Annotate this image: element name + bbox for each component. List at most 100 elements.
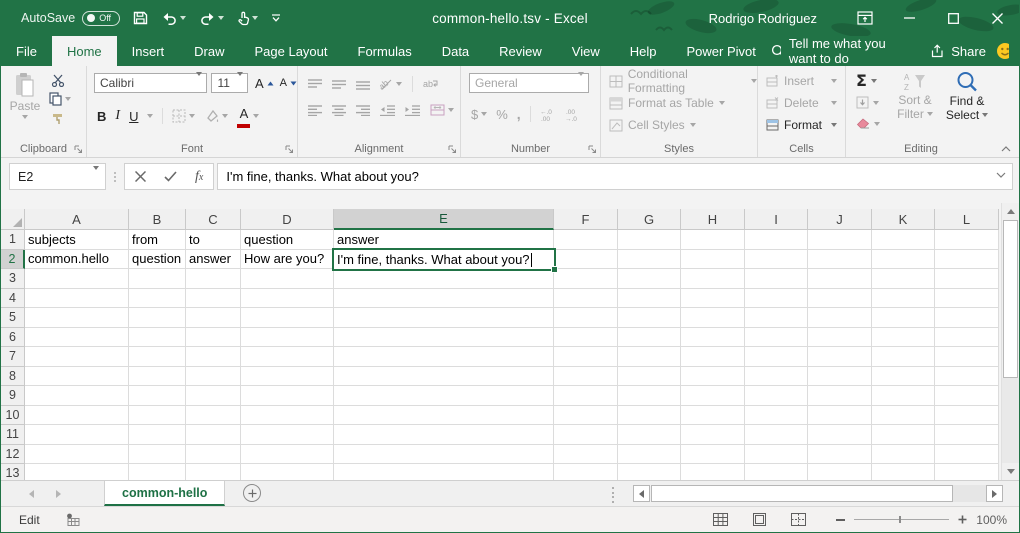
page-break-preview-button[interactable] <box>791 513 806 526</box>
autosum-button[interactable]: Σ <box>856 71 877 90</box>
cell-K10[interactable] <box>872 406 935 426</box>
row-header-11[interactable]: 11 <box>1 425 25 445</box>
cell-L11[interactable] <box>935 425 999 445</box>
font-dialog-launcher[interactable] <box>285 145 294 154</box>
cell-A7[interactable] <box>25 347 129 367</box>
cell-A5[interactable] <box>25 308 129 328</box>
cell-D9[interactable] <box>241 386 334 406</box>
cell-L2[interactable] <box>935 250 999 270</box>
cell-B5[interactable] <box>129 308 186 328</box>
cell-K3[interactable] <box>872 269 935 289</box>
borders-dropdown-arrow[interactable] <box>189 114 195 118</box>
cell-J12[interactable] <box>808 445 872 465</box>
cell-E1[interactable]: answer <box>334 230 554 250</box>
cell-D1[interactable]: question <box>241 230 334 250</box>
top-align-icon[interactable] <box>308 79 322 90</box>
cell-C9[interactable] <box>186 386 241 406</box>
cell-L6[interactable] <box>935 328 999 348</box>
bottom-align-icon[interactable] <box>356 79 370 90</box>
cell-C10[interactable] <box>186 406 241 426</box>
decrease-indent-icon[interactable] <box>380 105 395 116</box>
zoom-percentage[interactable]: 100% <box>976 513 1007 527</box>
cell-A9[interactable] <box>25 386 129 406</box>
zoom-in-button[interactable] <box>958 515 967 524</box>
cell-I4[interactable] <box>745 289 808 309</box>
accounting-format-button[interactable]: $ <box>471 107 487 122</box>
cell-G7[interactable] <box>618 347 681 367</box>
cell-H12[interactable] <box>681 445 745 465</box>
expand-formula-bar-icon[interactable] <box>996 172 1006 178</box>
cell-C6[interactable] <box>186 328 241 348</box>
fill-color-dropdown-arrow[interactable] <box>222 114 228 118</box>
tab-draw[interactable]: Draw <box>179 36 239 66</box>
cell-B7[interactable] <box>129 347 186 367</box>
cell-I9[interactable] <box>745 386 808 406</box>
cell-E4[interactable] <box>334 289 554 309</box>
cell-K6[interactable] <box>872 328 935 348</box>
sheet-bar-splitter[interactable] <box>612 487 614 503</box>
cell-A4[interactable] <box>25 289 129 309</box>
cell-B6[interactable] <box>129 328 186 348</box>
ribbon-display-options-button[interactable] <box>843 0 887 36</box>
cell-D6[interactable] <box>241 328 334 348</box>
horizontal-scroll-track[interactable] <box>953 485 986 502</box>
cell-I12[interactable] <box>745 445 808 465</box>
cell-H8[interactable] <box>681 367 745 387</box>
cut-button[interactable] <box>51 74 66 87</box>
copy-dropdown-arrow[interactable] <box>65 97 71 101</box>
column-header-L[interactable]: L <box>935 209 999 230</box>
scroll-up-button[interactable] <box>1002 203 1019 220</box>
clipboard-dialog-launcher[interactable] <box>74 145 83 154</box>
cell-E6[interactable] <box>334 328 554 348</box>
cell-E11[interactable] <box>334 425 554 445</box>
row-header-10[interactable]: 10 <box>1 406 25 426</box>
font-color-dropdown-arrow[interactable] <box>253 114 259 118</box>
number-dialog-launcher[interactable] <box>588 145 597 154</box>
cell-I6[interactable] <box>745 328 808 348</box>
cell-E9[interactable] <box>334 386 554 406</box>
h-scroll-right-button[interactable] <box>986 485 1003 502</box>
cell-H9[interactable] <box>681 386 745 406</box>
name-box-dropdown-arrow[interactable] <box>93 166 99 184</box>
cell-I5[interactable] <box>745 308 808 328</box>
cell-E5[interactable] <box>334 308 554 328</box>
minimize-button[interactable] <box>887 0 931 36</box>
row-header-7[interactable]: 7 <box>1 347 25 367</box>
italic-button[interactable]: I <box>115 108 120 124</box>
paste-dropdown-arrow[interactable] <box>22 115 28 119</box>
underline-dropdown-arrow[interactable] <box>147 114 153 118</box>
cell-K7[interactable] <box>872 347 935 367</box>
fill-handle[interactable] <box>551 266 558 273</box>
font-color-button[interactable]: A <box>237 105 259 128</box>
cell-J6[interactable] <box>808 328 872 348</box>
name-box[interactable]: E2 <box>9 163 106 190</box>
align-right-icon[interactable] <box>356 105 370 116</box>
collapse-ribbon-button[interactable] <box>1001 146 1011 152</box>
align-center-icon[interactable] <box>332 105 346 116</box>
clear-arrow[interactable] <box>874 122 880 126</box>
percent-style-button[interactable]: % <box>496 107 508 122</box>
cell-G12[interactable] <box>618 445 681 465</box>
cell-L9[interactable] <box>935 386 999 406</box>
tab-insert[interactable]: Insert <box>117 36 180 66</box>
cell-F11[interactable] <box>554 425 618 445</box>
cell-K5[interactable] <box>872 308 935 328</box>
touch-mouse-mode-button[interactable] <box>237 11 258 26</box>
cell-F12[interactable] <box>554 445 618 465</box>
feedback-smiley-icon[interactable] <box>996 42 1009 60</box>
cell-I8[interactable] <box>745 367 808 387</box>
tab-formulas[interactable]: Formulas <box>343 36 427 66</box>
cell-F7[interactable] <box>554 347 618 367</box>
cell-K1[interactable] <box>872 230 935 250</box>
scroll-down-button[interactable] <box>1002 463 1019 480</box>
insert-function-button[interactable]: fx <box>195 169 203 185</box>
cell-C11[interactable] <box>186 425 241 445</box>
cell-K8[interactable] <box>872 367 935 387</box>
cell-I7[interactable] <box>745 347 808 367</box>
middle-align-icon[interactable] <box>332 79 346 90</box>
cell-H1[interactable] <box>681 230 745 250</box>
cell-B8[interactable] <box>129 367 186 387</box>
format-as-table-button[interactable]: Format as Table <box>601 92 757 114</box>
horizontal-scroll-thumb[interactable] <box>651 485 953 502</box>
borders-button[interactable] <box>172 109 195 123</box>
